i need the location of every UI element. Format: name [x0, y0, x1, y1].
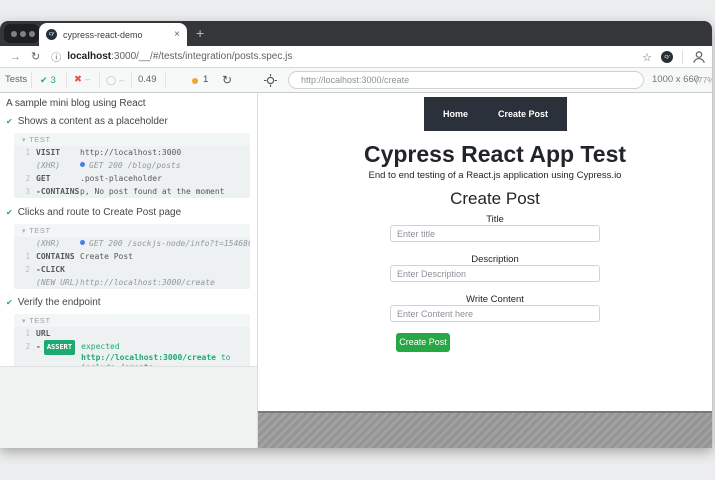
attempt-header[interactable]: ▾TEST [14, 314, 250, 327]
divider [31, 72, 32, 88]
selector-playground-icon[interactable] [264, 74, 277, 90]
command-row[interactable]: 2 GET .post-placeholder [14, 172, 250, 185]
x-icon: ✖ [74, 74, 82, 85]
minimize-window-button[interactable] [20, 31, 26, 37]
description-input[interactable] [390, 265, 600, 282]
assert-badge: ASSERT [44, 340, 75, 355]
tab-title: cypress-react-demo [63, 30, 170, 40]
app-subtitle: End to end testing of a React.js applica… [258, 170, 712, 181]
test-title[interactable]: ✔Verify the endpoint [6, 297, 101, 308]
cypress-runner-toolbar: Tests ✔3 ✖– ◯– 0.49 1 ↻ http://localhost… [0, 68, 712, 93]
command-block: ▾TEST (XHR) GET 200 /sockjs-node/info?t=… [14, 224, 250, 289]
address-bar: → ↻ ⓘ localhost:3000/__/#/tests/integrat… [0, 46, 712, 68]
command-row-xhr[interactable]: (XHR) GET 200 /sockjs-node/info?t=154686… [14, 237, 250, 250]
tests-passed-count: ✔3 [40, 68, 56, 92]
bookmark-star-icon[interactable]: ☆ [642, 51, 652, 64]
divider [131, 72, 132, 88]
aut-viewport: Home Create Post Cypress React App Test … [258, 93, 712, 448]
divider [165, 72, 166, 88]
command-row[interactable]: 1 URL [14, 327, 250, 340]
suite-title[interactable]: A sample mini blog using React [6, 98, 146, 109]
check-icon: ✔ [6, 298, 13, 307]
command-block: ▾TEST 1 VISIT http://localhost:3000 (XHR… [14, 133, 250, 198]
divider [99, 72, 100, 88]
content-label: Write Content [258, 294, 712, 305]
test-title[interactable]: ✔Clicks and route to Create Post page [6, 207, 181, 218]
tests-menu-button[interactable]: Tests [5, 68, 27, 92]
page-info-icon[interactable]: ⓘ [51, 49, 61, 64]
profile-avatar-icon[interactable] [692, 50, 706, 64]
viewport-scale: (77%) [695, 68, 712, 92]
zoom-window-button[interactable] [29, 31, 35, 37]
url-field[interactable]: localhost:3000/__/#/tests/integration/po… [67, 51, 292, 62]
traffic-lights [4, 24, 39, 43]
command-row[interactable]: 2 -CLICK [14, 263, 250, 276]
app-navbar: Home Create Post [424, 97, 567, 131]
url-host: localhost [67, 51, 111, 62]
command-row[interactable]: 1 VISIT http://localhost:3000 [14, 146, 250, 159]
desktop: cy cypress-react-demo × + → ↻ ⓘ localhos… [0, 0, 715, 480]
tests-pending-count: ◯– [106, 68, 124, 92]
xhr-dot-icon [80, 162, 85, 167]
command-row[interactable]: 3 -CONTAINS p, No post found at the mome… [14, 185, 250, 198]
reload-icon[interactable]: ↻ [31, 50, 40, 63]
description-label: Description [258, 254, 712, 265]
form-title: Create Post [258, 189, 712, 209]
check-icon: ✔ [40, 75, 48, 85]
nav-link-create-post[interactable]: Create Post [498, 109, 548, 119]
aut-url-field[interactable]: http://localhost:3000/create [288, 71, 644, 89]
close-tab-icon[interactable]: × [174, 29, 180, 40]
close-window-button[interactable] [11, 31, 17, 37]
cypress-favicon-icon: cy [46, 29, 57, 40]
attempt-header[interactable]: ▾TEST [14, 224, 250, 237]
browser-window: cy cypress-react-demo × + → ↻ ⓘ localhos… [0, 21, 712, 448]
forward-icon[interactable]: → [10, 51, 21, 63]
browser-tab[interactable]: cy cypress-react-demo × [39, 23, 187, 46]
test-title[interactable]: ✔Shows a content as a placeholder [6, 116, 168, 127]
runner-main: A sample mini blog using React ✔Shows a … [0, 93, 712, 448]
reporter-empty-area [0, 366, 257, 448]
run-duration: 0.49 [138, 68, 157, 92]
app-under-test: Home Create Post Cypress React App Test … [258, 93, 712, 448]
status-dot-icon [192, 78, 198, 84]
check-icon: ✔ [6, 117, 13, 126]
viewport-size: 1000 x 660 [652, 68, 699, 92]
title-input[interactable] [390, 225, 600, 242]
browser-tab-bar: cy cypress-react-demo × + [0, 21, 712, 46]
chevron-down-icon: ▾ [22, 137, 26, 144]
url-path: :3000/__/#/tests/integration/posts.spec.… [111, 51, 292, 62]
viewport-letterbox [258, 411, 712, 448]
check-icon: ✔ [6, 208, 13, 217]
restart-tests-icon[interactable]: ↻ [222, 68, 232, 92]
address-bar-actions: ☆ cy [642, 46, 706, 68]
app-heading: Cypress React App Test [258, 141, 712, 168]
nav-link-home[interactable]: Home [443, 109, 468, 119]
circle-icon: ◯ [106, 75, 116, 85]
new-tab-button[interactable]: + [196, 23, 204, 44]
tests-failed-count: ✖– [74, 68, 90, 92]
create-post-button[interactable]: Create Post [396, 333, 450, 352]
xhr-dot-icon [80, 240, 85, 245]
indicator-count: 1 [203, 68, 208, 92]
divider [682, 51, 683, 64]
chevron-down-icon: ▾ [22, 318, 26, 325]
cypress-extension-icon[interactable]: cy [661, 51, 673, 63]
attempt-header[interactable]: ▾TEST [14, 133, 250, 146]
chevron-down-icon: ▾ [22, 228, 26, 235]
command-row[interactable]: 1 CONTAINS Create Post [14, 250, 250, 263]
command-row-newurl[interactable]: (NEW URL) http://localhost:3000/create [14, 276, 250, 289]
divider [66, 72, 67, 88]
command-row-xhr[interactable]: (XHR) GET 200 /blog/posts [14, 159, 250, 172]
command-log-panel: A sample mini blog using React ✔Shows a … [0, 93, 258, 448]
content-input[interactable] [390, 305, 600, 322]
title-label: Title [258, 214, 712, 225]
